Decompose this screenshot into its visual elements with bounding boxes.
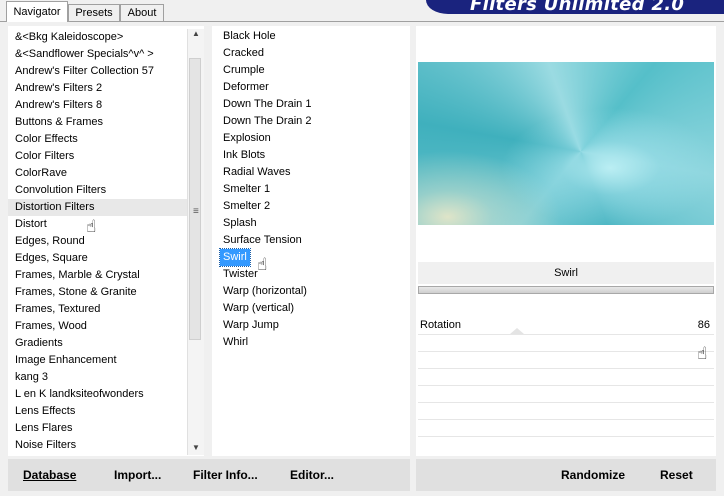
category-scrollbar[interactable]: ▲ ≡ ▼ (187, 29, 204, 455)
reset-button-label: Reset (660, 468, 693, 482)
category-list: &<Bkg Kaleidoscope> &<Sandflower Specials… (8, 26, 204, 456)
filter-item[interactable]: Twister (220, 266, 261, 283)
filter-item[interactable]: Warp (horizontal) (220, 283, 310, 300)
category-item[interactable]: Frames, Marble & Crystal (8, 267, 204, 284)
filter-item[interactable]: Explosion (220, 130, 274, 147)
category-item[interactable]: Convolution Filters (8, 182, 204, 199)
filter-title: Swirl (418, 262, 714, 284)
filter-item[interactable]: Ink Blots (220, 147, 268, 164)
filter-info-button-label: Filter Info... (193, 468, 258, 482)
arrow-down-icon[interactable]: ▼ (192, 443, 200, 452)
filter-item[interactable]: Down The Drain 1 (220, 96, 314, 113)
slider-marker[interactable] (510, 328, 524, 334)
filter-slider-bar[interactable] (418, 286, 714, 294)
tab-divider (0, 21, 724, 22)
category-item[interactable]: Color Effects (8, 131, 204, 148)
tab-navigator[interactable]: Navigator (6, 1, 68, 22)
category-item[interactable]: Noise Filters (8, 437, 204, 454)
filter-item[interactable]: Swirl (219, 248, 251, 267)
category-item[interactable]: Andrew's Filter Collection 57 (8, 63, 204, 80)
category-item[interactable]: Buttons & Frames (8, 114, 204, 131)
category-item[interactable]: ColorRave (8, 165, 204, 182)
filter-item[interactable]: Splash (220, 215, 260, 232)
database-button-label: Database (23, 468, 77, 482)
grip-icon: ≡ (193, 206, 199, 217)
filter-item[interactable]: Warp Jump (220, 317, 282, 334)
filter-item[interactable]: Surface Tension (220, 232, 305, 249)
filter-item[interactable]: Warp (vertical) (220, 300, 297, 317)
randomize-button-label: Randomize (561, 468, 626, 482)
hand-pointer-icon: ☝ (86, 217, 97, 236)
category-item[interactable]: Andrew's Filters 2 (8, 80, 204, 97)
param-row-rotation[interactable]: Rotation 86 (418, 318, 714, 334)
filter-item[interactable]: Radial Waves (220, 164, 293, 181)
category-item[interactable]: Lens Flares (8, 420, 204, 437)
randomize-button[interactable]: Randomize (561, 459, 625, 491)
category-item[interactable]: Gradients (8, 335, 204, 352)
category-item[interactable]: kang 3 (8, 369, 204, 386)
category-item[interactable]: &<Bkg Kaleidoscope> (8, 29, 204, 46)
category-item[interactable]: Frames, Wood (8, 318, 204, 335)
category-item[interactable]: &<Sandflower Specials^v^ > (8, 46, 204, 63)
filter-item[interactable]: Smelter 1 (220, 181, 273, 198)
arrow-up-icon[interactable]: ▲ (192, 29, 200, 38)
bottom-right-toolbar: Randomize Reset (416, 459, 716, 491)
filter-item[interactable]: Down The Drain 2 (220, 113, 314, 130)
param-label: Rotation (420, 319, 461, 331)
bottom-left-toolbar: Database Import... Filter Info... Editor… (8, 459, 410, 491)
category-item[interactable]: Frames, Stone & Granite (8, 284, 204, 301)
category-item[interactable]: Color Filters (8, 148, 204, 165)
app-logo: Filters Unlimited 2.0 (426, 0, 724, 14)
filter-item[interactable]: Crumple (220, 62, 268, 79)
filter-item[interactable]: Whirl (220, 334, 251, 351)
category-item[interactable]: Distort (8, 216, 204, 233)
editor-button[interactable]: Editor... (290, 459, 334, 491)
database-button[interactable]: Database (23, 459, 76, 491)
filter-info-button[interactable]: Filter Info... (193, 459, 258, 491)
scrollbar-thumb[interactable]: ≡ (189, 58, 201, 340)
category-item[interactable]: Frames, Textured (8, 301, 204, 318)
category-item[interactable]: Edges, Square (8, 250, 204, 267)
import-button[interactable]: Import... (114, 459, 161, 491)
reset-button[interactable]: Reset (660, 459, 693, 491)
category-item[interactable]: L en K landksiteofwonders (8, 386, 204, 403)
parameter-list: Rotation 86 (418, 318, 714, 448)
tab-about[interactable]: About (120, 4, 164, 21)
filter-item[interactable]: Cracked (220, 45, 267, 62)
category-item[interactable]: Distortion Filters (8, 199, 204, 216)
tab-presets[interactable]: Presets (68, 4, 120, 21)
import-button-label: Import... (114, 468, 162, 482)
hand-pointer-icon: ☝ (697, 344, 708, 363)
category-item[interactable]: Lens Effects (8, 403, 204, 420)
filter-item[interactable]: Smelter 2 (220, 198, 273, 215)
logo-text: Filters Unlimited 2.0 (470, 0, 685, 14)
preview-image (418, 62, 714, 225)
category-item[interactable]: Andrew's Filters 8 (8, 97, 204, 114)
filter-list: Black Hole Cracked Crumple Deformer Down The… (212, 26, 410, 456)
editor-button-label: Editor... (290, 468, 335, 482)
hand-pointer-icon: ☝ (257, 255, 268, 274)
filter-item[interactable]: Deformer (220, 79, 272, 96)
category-item[interactable]: Edges, Round (8, 233, 204, 250)
filter-item[interactable]: Black Hole (220, 28, 279, 45)
category-item[interactable]: Image Enhancement (8, 352, 204, 369)
param-value: 86 (697, 319, 710, 331)
preview-panel: Swirl Rotation 86 (416, 26, 716, 456)
